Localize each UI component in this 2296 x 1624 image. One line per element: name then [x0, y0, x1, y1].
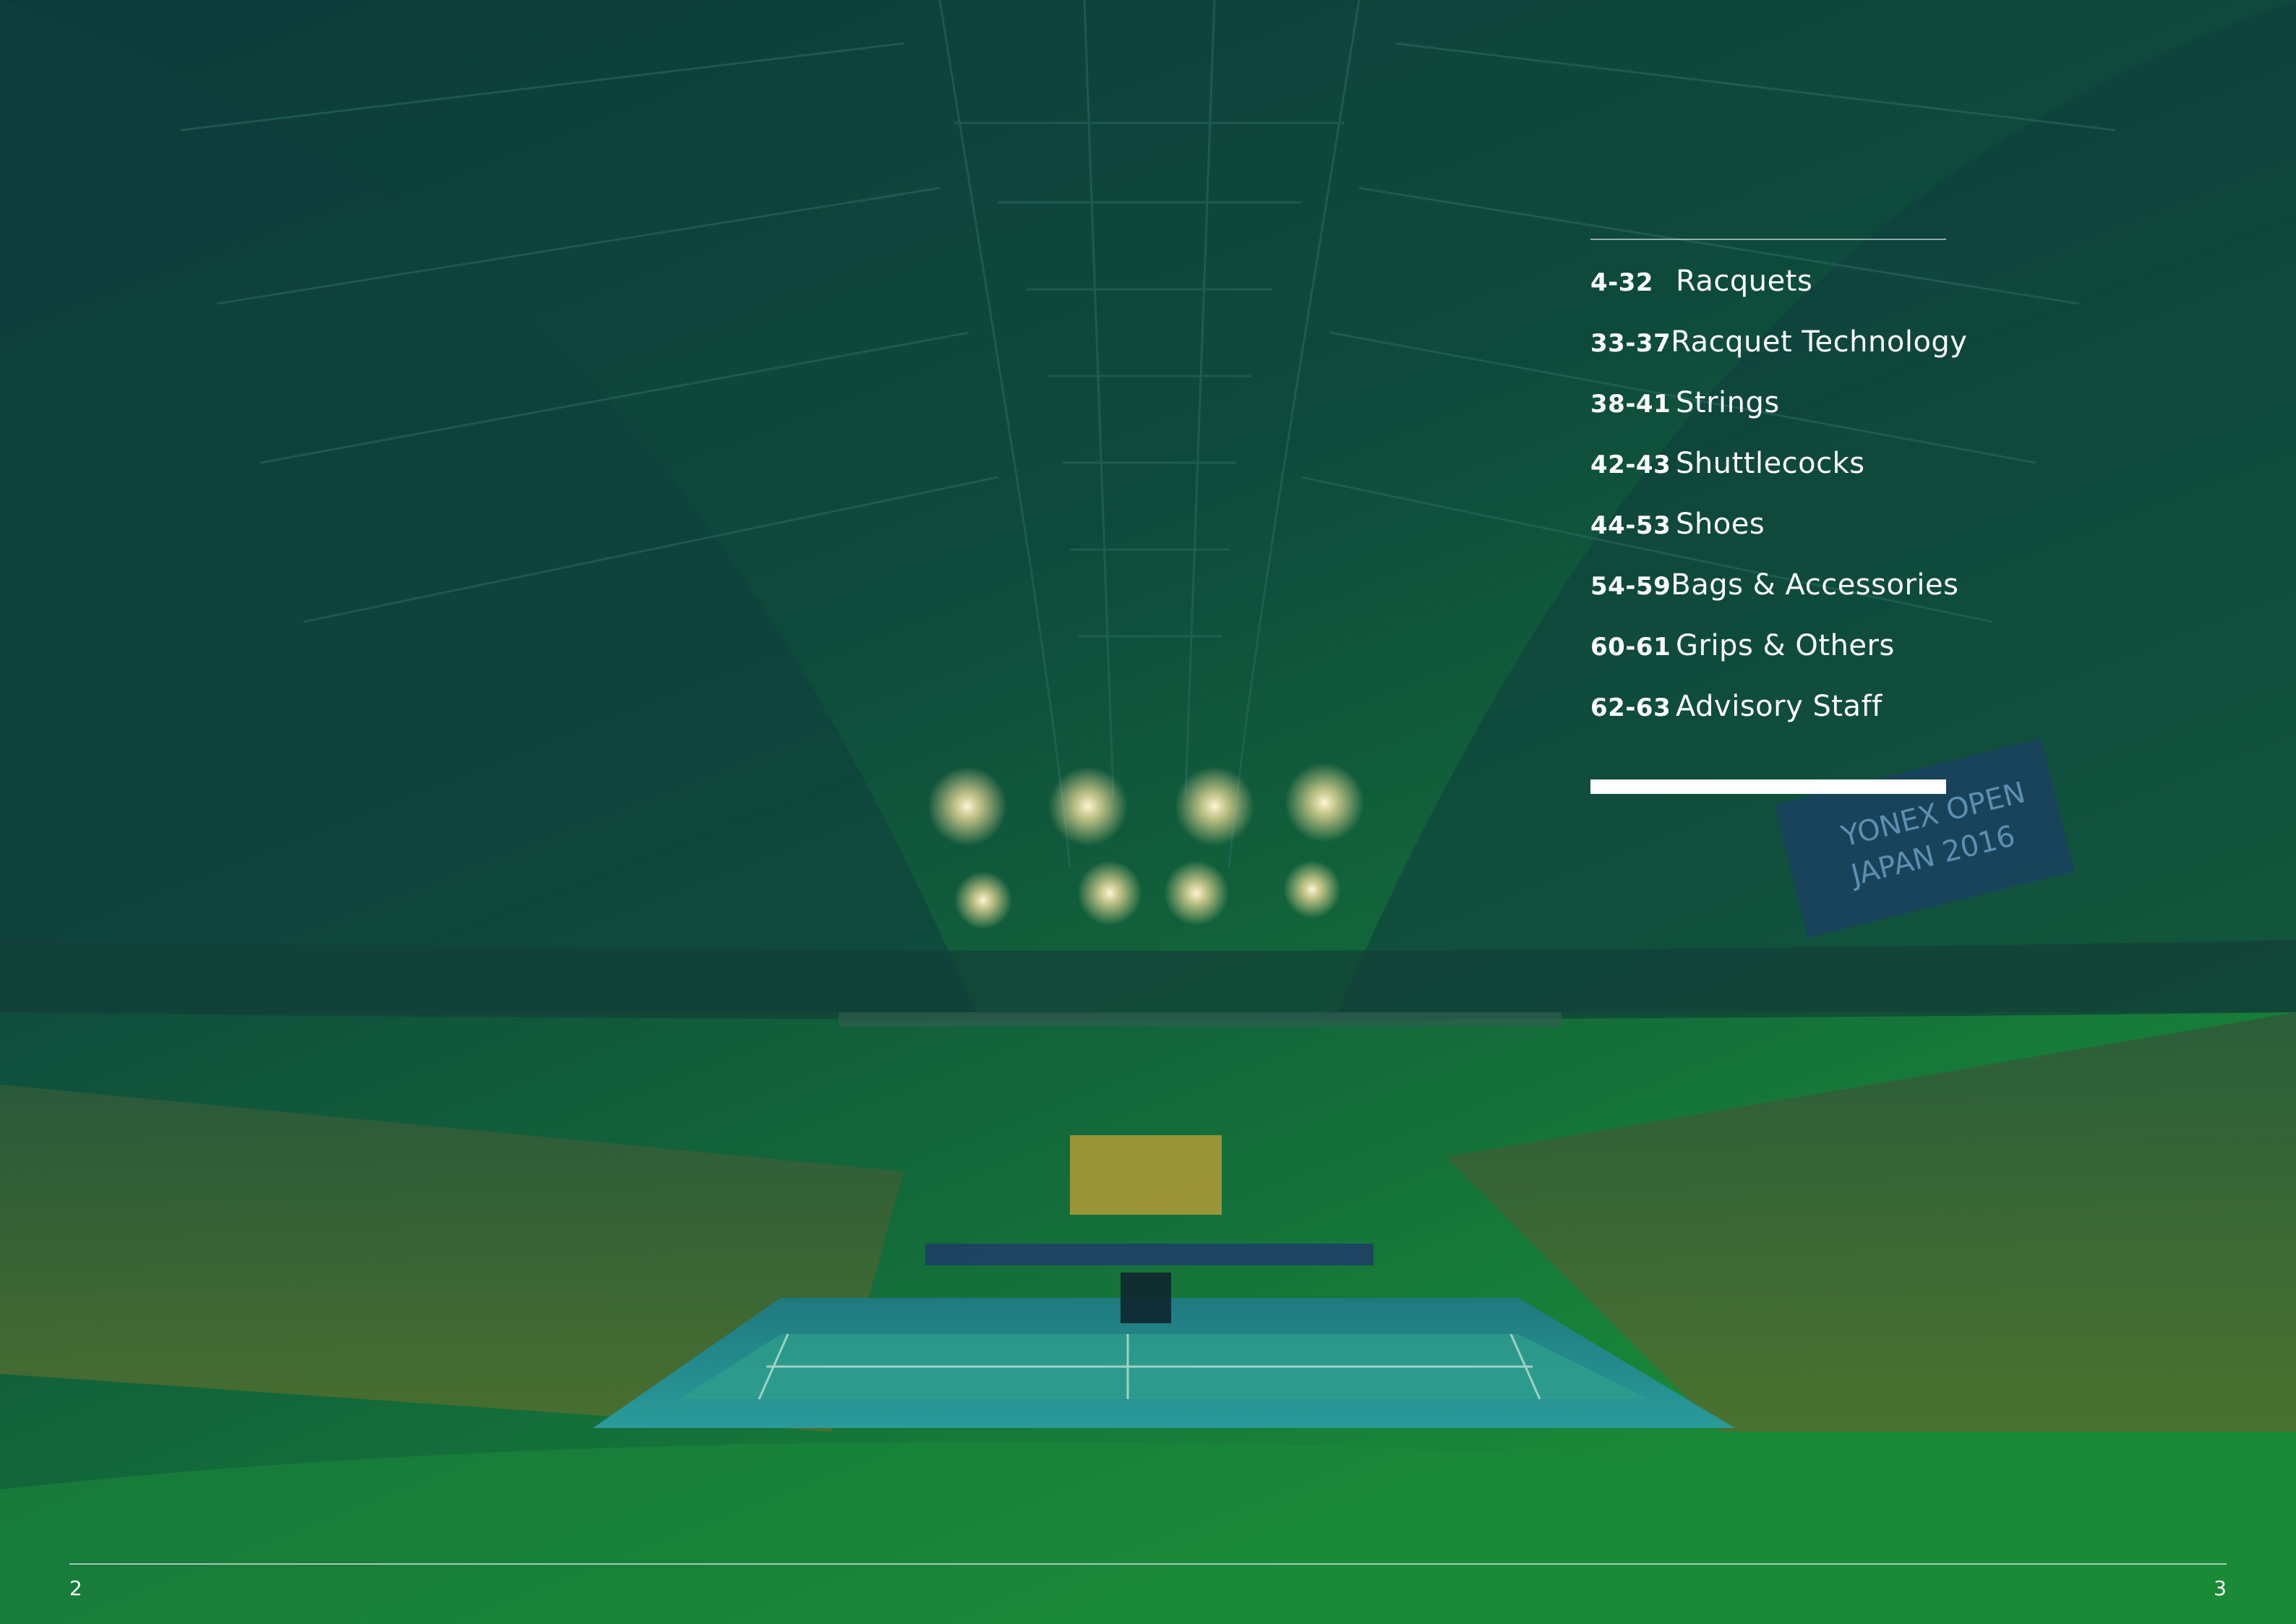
footer-rule — [69, 1563, 2227, 1565]
toc-title: Shuttlecocks — [1676, 447, 1865, 480]
table-of-contents: 4-32 Racquets 33-37 Racquet Technology 3… — [1590, 239, 1967, 794]
toc-page-range: 44-53 — [1590, 511, 1671, 540]
toc-item-grips-others[interactable]: 60-61 Grips & Others — [1590, 629, 1946, 690]
toc-item-racquets[interactable]: 4-32 Racquets — [1590, 265, 1946, 325]
toc-title: Racquet Technology — [1671, 325, 1968, 359]
toc-title: Advisory Staff — [1676, 690, 1882, 723]
toc-bottom-bar — [1590, 779, 1946, 794]
toc-page-range: 38-41 — [1590, 390, 1671, 419]
toc-page-range: 54-59 — [1590, 572, 1671, 601]
toc-item-racquet-technology[interactable]: 33-37 Racquet Technology — [1590, 325, 1967, 386]
toc-page-range: 42-43 — [1590, 450, 1671, 479]
toc-page-range: 60-61 — [1590, 633, 1671, 662]
toc-page-range: 4-32 — [1590, 268, 1654, 297]
toc-title: Grips & Others — [1676, 629, 1895, 662]
toc-title: Strings — [1676, 386, 1780, 419]
toc-title: Shoes — [1676, 508, 1765, 541]
toc-item-strings[interactable]: 38-41 Strings — [1590, 386, 1946, 447]
right-page-number: 3 — [2214, 1576, 2227, 1600]
toc-item-advisory-staff[interactable]: 62-63 Advisory Staff — [1590, 690, 1946, 751]
toc-item-shuttlecocks[interactable]: 42-43 Shuttlecocks — [1590, 447, 1946, 508]
toc-title: Bags & Accessories — [1671, 568, 1959, 602]
toc-page-range: 62-63 — [1590, 693, 1671, 722]
arena-background-photo: YONEX OPEN JAPAN 2016 — [0, 0, 2296, 1624]
left-page-number: 2 — [69, 1576, 82, 1600]
toc-page-range: 33-37 — [1590, 329, 1671, 358]
toc-item-shoes[interactable]: 44-53 Shoes — [1590, 508, 1946, 568]
toc-title: Racquets — [1676, 265, 1813, 298]
toc-top-rule — [1590, 239, 1946, 240]
catalog-spread: YONEX OPEN JAPAN 2016 4-32 Racquets 33-3… — [0, 0, 2296, 1624]
toc-item-bags-accessories[interactable]: 54-59 Bags & Accessories — [1590, 568, 1958, 629]
